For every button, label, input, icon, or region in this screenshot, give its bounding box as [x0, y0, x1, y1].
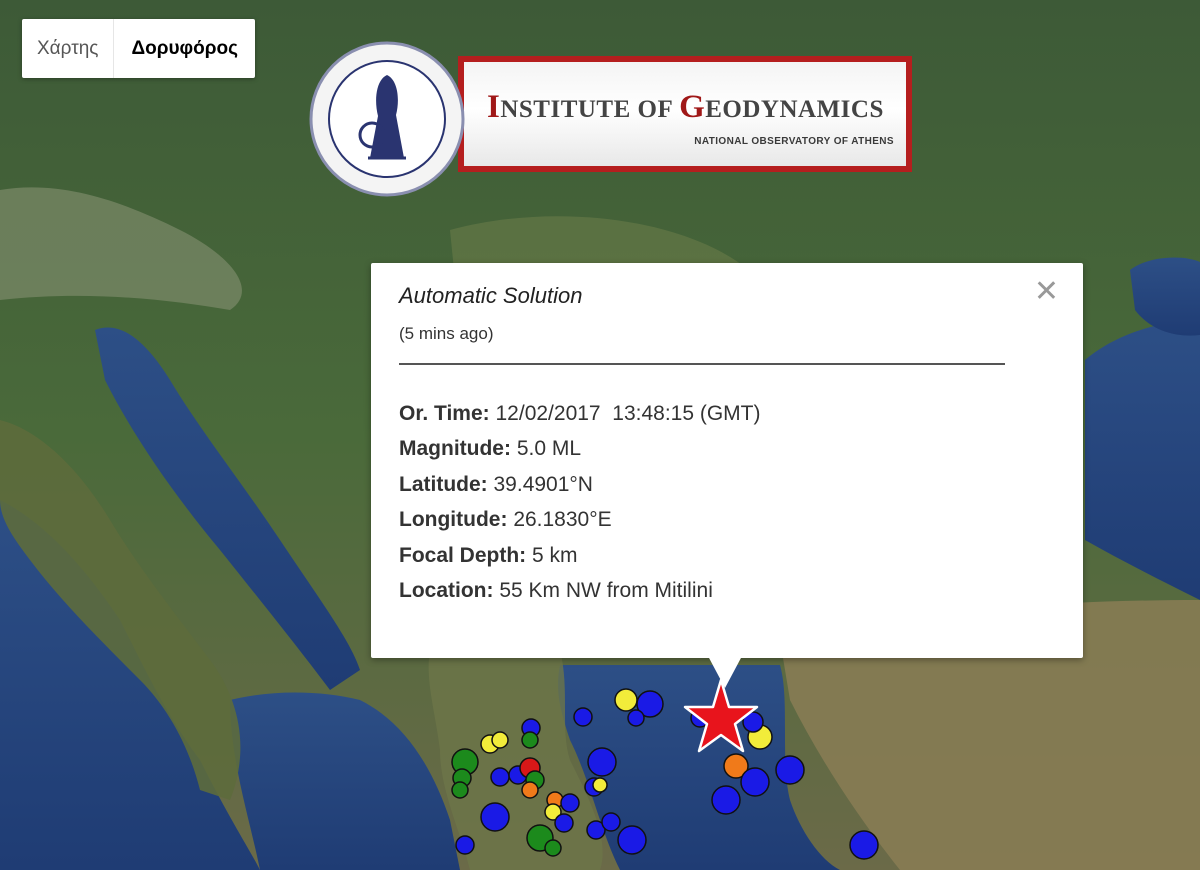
detail-value: 5 km: [532, 543, 578, 567]
detail-row-magnitude: Magnitude: 5.0 ML: [399, 431, 761, 466]
earthquake-marker-blue[interactable]: [554, 813, 574, 833]
earthquake-marker-yellow[interactable]: [592, 777, 608, 793]
earthquake-marker-blue[interactable]: [573, 707, 593, 727]
earthquake-marker-blue[interactable]: [740, 767, 770, 797]
popup-divider: [399, 363, 1005, 365]
earthquake-marker-green[interactable]: [544, 839, 562, 857]
earthquake-marker-yellow[interactable]: [491, 731, 509, 749]
earthquake-marker-orange[interactable]: [521, 781, 539, 799]
detail-row-latitude: Latitude: 39.4901°N: [399, 467, 761, 502]
popup-title: Automatic Solution: [399, 283, 583, 308]
detail-row-focal-depth: Focal Depth: 5 km: [399, 538, 761, 573]
earthquake-marker-blue[interactable]: [490, 767, 510, 787]
epicenter-star-icon[interactable]: [683, 678, 759, 753]
detail-label: Focal Depth:: [399, 543, 527, 567]
close-icon[interactable]: ✕: [1034, 277, 1059, 307]
earthquake-marker-blue[interactable]: [775, 755, 805, 785]
popup-time-ago: (5 mins ago): [399, 324, 494, 343]
detail-value: 5.0 ML: [516, 437, 582, 461]
detail-row-location: Location: 55 Km NW from Mitilini: [399, 573, 761, 608]
earthquake-marker-blue[interactable]: [560, 793, 580, 813]
earthquake-marker-blue[interactable]: [711, 785, 741, 815]
earthquake-info-popup: ✕ Automatic Solution (5 mins ago) Or. Ti…: [371, 263, 1083, 658]
earthquake-marker-green[interactable]: [521, 731, 539, 749]
detail-label: Location:: [399, 579, 494, 603]
earthquake-marker-blue[interactable]: [480, 802, 510, 832]
detail-value: 39.4901°N: [493, 472, 593, 496]
earthquake-marker-blue[interactable]: [587, 747, 617, 777]
popup-details: Or. Time: 12/02/2017 13:48:15 (GMT) Magn…: [399, 396, 761, 608]
detail-row-origin-time: Or. Time: 12/02/2017 13:48:15 (GMT): [399, 396, 761, 431]
earthquake-marker-blue[interactable]: [601, 812, 621, 832]
popup-pointer: [708, 656, 742, 688]
earthquake-marker-yellow[interactable]: [614, 688, 638, 712]
earthquake-marker-blue[interactable]: [849, 830, 879, 860]
earthquake-marker-blue[interactable]: [455, 835, 475, 855]
detail-label: Latitude:: [399, 472, 488, 496]
detail-value: 55 Km NW from Mitilini: [499, 579, 713, 603]
earthquake-marker-green[interactable]: [451, 781, 469, 799]
detail-value: 26.1830°E: [513, 508, 612, 532]
detail-value: 12/02/2017 13:48:15 (GMT): [495, 402, 761, 425]
detail-label: Longitude:: [399, 508, 508, 532]
detail-row-longitude: Longitude: 26.1830°E: [399, 502, 761, 537]
detail-label: Or. Time:: [399, 402, 490, 425]
detail-label: Magnitude:: [399, 437, 511, 461]
earthquake-marker-blue[interactable]: [627, 709, 645, 727]
earthquake-marker-blue[interactable]: [617, 825, 647, 855]
